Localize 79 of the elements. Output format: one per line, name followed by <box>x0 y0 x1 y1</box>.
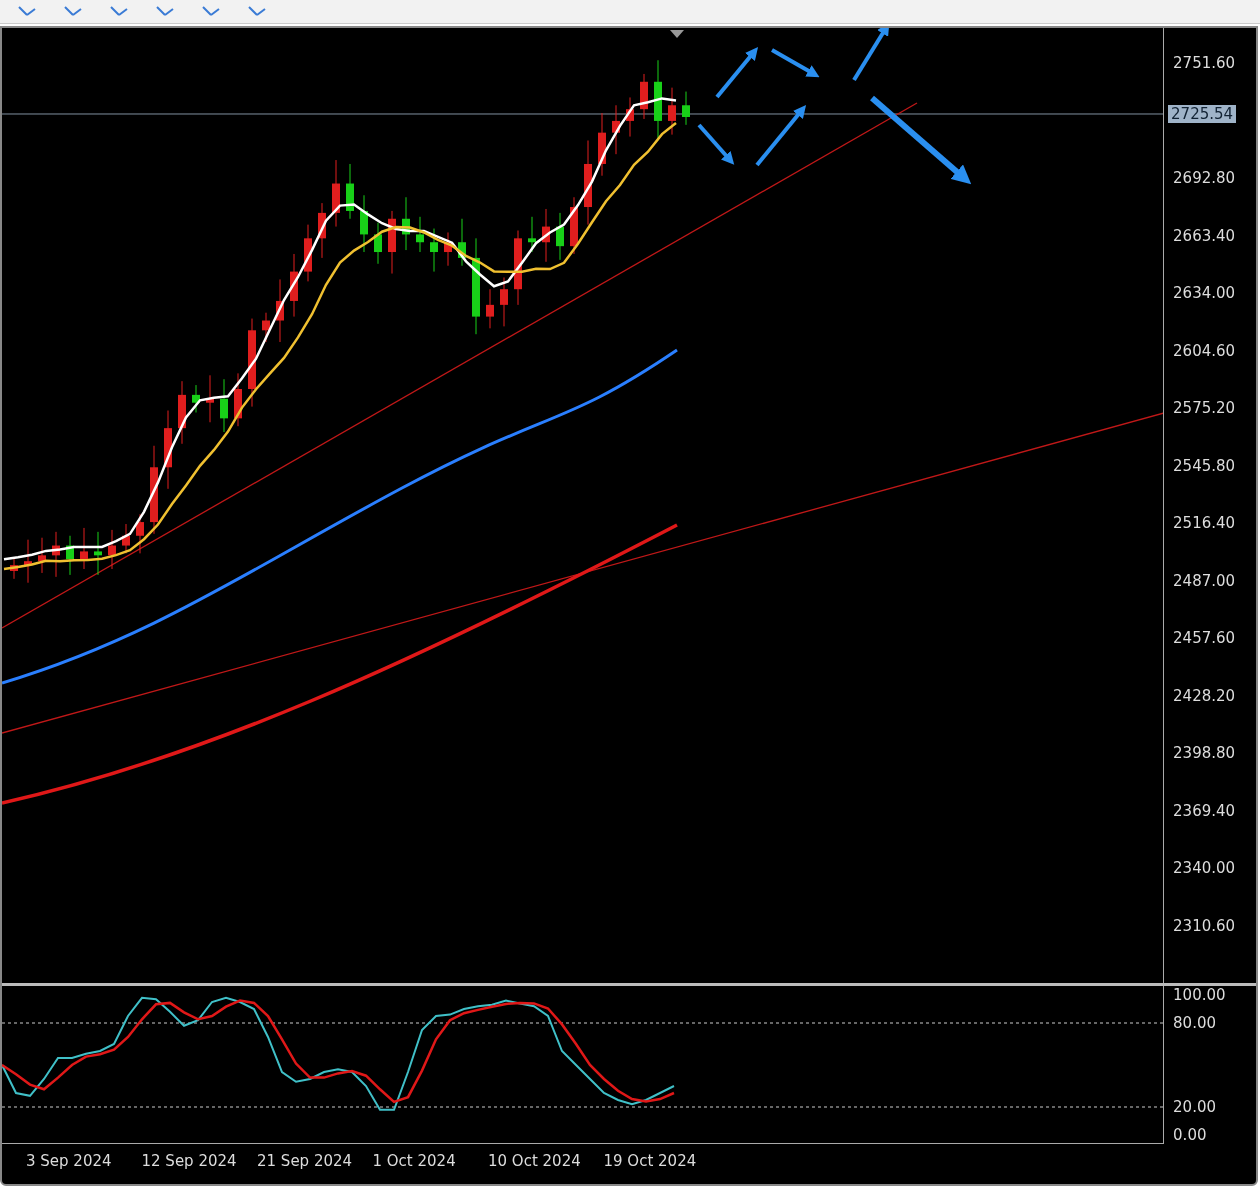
candlestick <box>570 196 578 255</box>
price-label: 2516.40 <box>1173 514 1236 533</box>
candlestick <box>262 312 270 343</box>
price-label: 2340.00 <box>1173 859 1236 878</box>
current-price-label: 2725.54 <box>1168 105 1237 123</box>
candlestick <box>374 222 382 265</box>
candlestick <box>52 531 60 578</box>
toolbar-icon[interactable] <box>200 4 222 19</box>
candlestick <box>332 159 340 228</box>
arrow <box>771 48 820 78</box>
arrow <box>755 105 807 167</box>
date-label: 10 Oct 2024 <box>488 1151 582 1173</box>
candlestick <box>108 529 116 570</box>
candlestick <box>416 216 424 253</box>
candlestick <box>206 374 214 423</box>
candlestick <box>318 202 326 259</box>
toolbar-icon[interactable] <box>246 4 268 19</box>
level-label: 20.00 <box>1173 1098 1217 1116</box>
candlestick <box>178 380 186 445</box>
candlestick <box>10 556 18 580</box>
candlestick <box>444 231 452 267</box>
date-label: 19 Oct 2024 <box>603 1151 698 1173</box>
candlestick <box>598 112 606 177</box>
candlestick <box>388 210 396 275</box>
candlestick <box>612 104 620 155</box>
date-label: 21 Sep 2024 <box>257 1151 354 1173</box>
price-label: 2545.80 <box>1173 456 1236 475</box>
price-label: 2398.80 <box>1173 744 1236 763</box>
toolbar-icon[interactable] <box>62 4 84 19</box>
candlestick <box>668 87 676 136</box>
shift-marker-icon <box>670 30 684 38</box>
candlestick <box>360 194 368 253</box>
price-label: 2575.20 <box>1173 399 1236 418</box>
date-label: 3 Sep 2024 <box>26 1151 113 1173</box>
candlestick <box>542 208 550 263</box>
candlestick <box>486 288 494 329</box>
candlestick <box>290 253 298 318</box>
candlestick <box>24 539 32 584</box>
candlestick <box>80 527 88 570</box>
candlestick <box>38 537 46 574</box>
price-label: 2369.40 <box>1173 801 1236 820</box>
candlestick <box>556 212 564 261</box>
arrow <box>697 123 735 165</box>
date-label: 12 Sep 2024 <box>141 1151 238 1173</box>
date-label: 1 Oct 2024 <box>372 1151 457 1173</box>
toolbar-icon[interactable] <box>16 4 38 19</box>
candlestick <box>234 372 242 427</box>
arrow <box>715 47 759 99</box>
level-label: 80.00 <box>1173 1014 1217 1032</box>
toolbar-icon[interactable] <box>108 4 130 19</box>
price-label: 2751.60 <box>1173 54 1236 72</box>
candlestick <box>304 224 312 282</box>
price-label: 2692.80 <box>1173 169 1236 188</box>
candlestick <box>640 73 648 120</box>
price-label: 2457.60 <box>1173 629 1236 648</box>
level-label: 100.00 <box>1173 986 1226 1004</box>
arrow <box>852 28 890 82</box>
price-label: 2663.40 <box>1173 226 1236 245</box>
candlestick <box>66 535 74 576</box>
price-label: 2487.00 <box>1173 571 1236 590</box>
candlestick <box>192 384 200 413</box>
candlestick <box>276 278 284 343</box>
candlestick <box>402 196 410 251</box>
candlestick <box>136 513 144 554</box>
price-label: 2310.60 <box>1173 916 1236 935</box>
price-label: 2604.60 <box>1173 341 1236 360</box>
price-label: 2428.20 <box>1173 686 1236 705</box>
candlestick <box>430 228 438 273</box>
price-label: 2634.00 <box>1173 284 1236 303</box>
candlestick <box>458 218 466 267</box>
candlestick <box>220 378 228 433</box>
toolbar-icon[interactable] <box>154 4 176 19</box>
candlestick <box>500 276 508 327</box>
level-label: 0.00 <box>1173 1126 1207 1144</box>
candlestick <box>346 163 354 220</box>
candlestick <box>626 96 634 138</box>
candlestick <box>528 216 536 253</box>
candlestick <box>94 531 102 576</box>
candlestick <box>682 91 690 126</box>
